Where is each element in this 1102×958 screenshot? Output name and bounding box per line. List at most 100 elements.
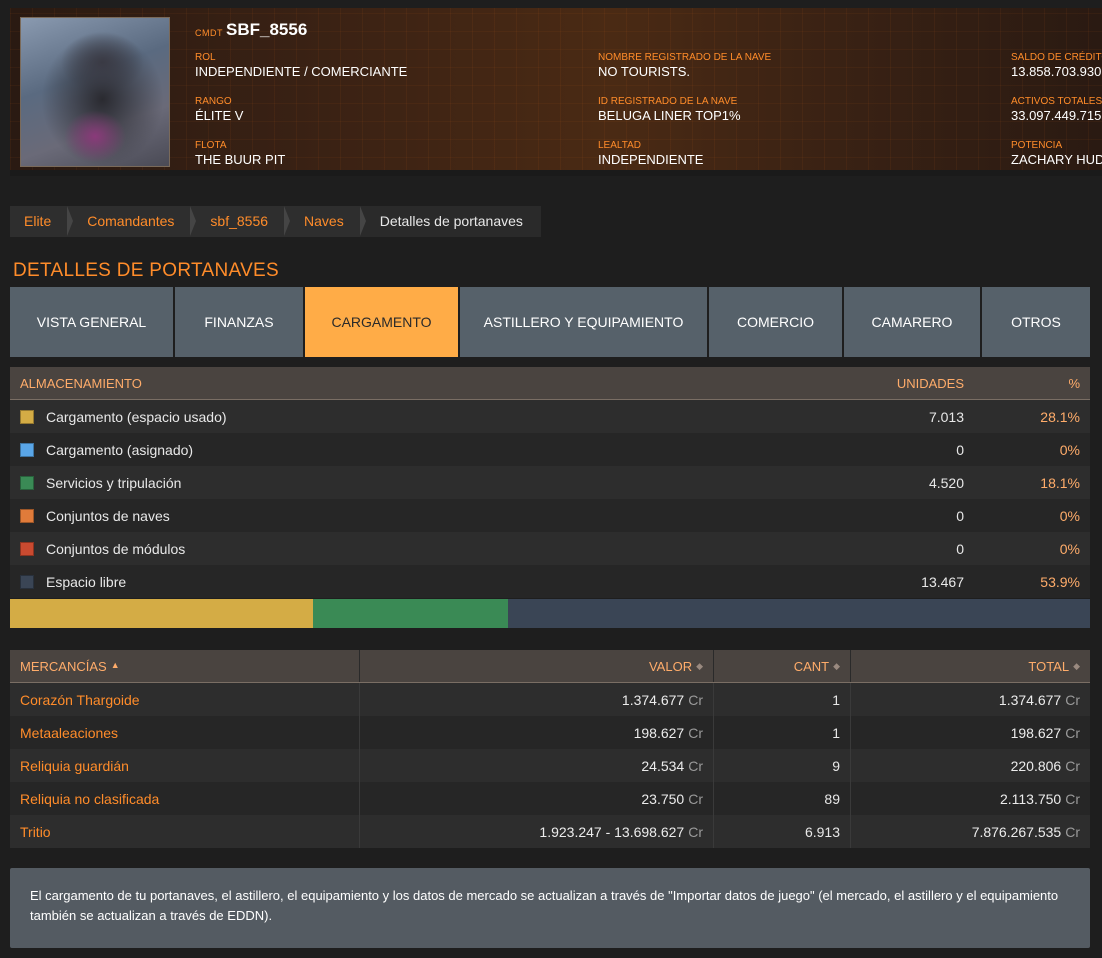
credits-amount: 13.858.703.930 [1011,64,1102,79]
breadcrumb-naves[interactable]: Naves [284,206,366,237]
color-swatch [20,409,34,424]
goods-row-total-unit: Cr [1065,691,1080,708]
storage-row: Cargamento (asignado) 0 0% [10,433,1090,466]
breadcrumb-current: Detalles de portanaves [359,206,541,237]
goods-row-value-amount: 198.627 [633,724,685,741]
goods-row-qty: 9 [713,749,850,782]
field-ship-id-label: ID REGISTRADO DE LA NAVE [598,96,738,107]
goods-row-total: 7.876.267.535 Cr [850,815,1090,848]
goods-table: MERCANCÍAS ▲ VALOR ◆ CANT ◆ TOTAL ◆ Corazón … [10,650,1090,848]
storage-row-units: 7.013 [928,408,964,425]
storage-table-header: ALMACENAMIENTO UNIDADES % [10,367,1090,400]
tab-camarero[interactable]: CAMARERO [844,287,980,357]
commander-banner: CMDT SBF_8556 ROL INDEPENDIENTE / COMERC… [10,8,1102,176]
goods-header-total-label: TOTAL [1028,658,1070,674]
goods-row-name-link[interactable]: Tritio [10,824,359,840]
storage-row-name: Servicios y tripulación [10,475,772,491]
breadcrumb-elite[interactable]: Elite [10,206,74,237]
field-flota: FLOTA THE BUUR PIT [195,140,285,167]
goods-row-qty: 1 [713,716,850,749]
field-ship-id: ID REGISTRADO DE LA NAVE BELUGA LINER TO… [598,96,741,123]
storage-usage-bar [10,599,1090,628]
storage-bar-segment [313,599,509,628]
storage-row: Conjuntos de naves 0 0% [10,499,1090,532]
tab-comercio[interactable]: COMERCIO [709,287,842,357]
tab-otros[interactable]: OTROS [982,287,1090,357]
storage-row-units: 0 [956,540,964,557]
goods-row-total-unit: Cr [1065,823,1080,840]
storage-row-pct: 53.9% [1040,573,1080,590]
tab-astillero-equipamiento[interactable]: ASTILLERO Y EQUIPAMIENTO [460,287,707,357]
goods-row-value: 23.750 Cr [359,782,713,815]
field-rango-value: ÉLITE V [195,108,244,123]
goods-row: Reliquia guardián 24.534 Cr 9 220.806 Cr [10,749,1090,782]
goods-header-value[interactable]: VALOR ◆ [359,650,713,682]
storage-table: ALMACENAMIENTO UNIDADES % Cargamento (es… [10,367,1090,598]
field-lealtad-value: INDEPENDIENTE [598,152,704,167]
storage-row-label: Conjuntos de naves [46,507,170,524]
goods-row-value-amount: 23.750 [641,790,685,807]
storage-bar-segment [508,599,1090,628]
field-assets-label: ACTIVOS TOTALES [1011,96,1102,107]
goods-row-qty: 89 [713,782,850,815]
goods-header-value-label: VALOR [648,658,693,674]
storage-header-name: ALMACENAMIENTO [20,375,142,391]
field-flota-label: FLOTA [195,140,227,151]
goods-row-name-link[interactable]: Corazón Thargoide [10,692,359,708]
goods-row-total: 220.806 Cr [850,749,1090,782]
field-ship-name-value: NO TOURISTS. [598,64,690,79]
storage-row-pct: 0% [1059,540,1080,557]
goods-header-name[interactable]: MERCANCÍAS ▲ [10,659,359,674]
goods-row-value-unit: Cr [688,691,703,708]
color-swatch [20,541,34,556]
goods-row-name-link[interactable]: Reliquia guardián [10,758,359,774]
goods-row-total-unit: Cr [1065,757,1080,774]
sort-ascending-icon: ▲ [110,659,120,670]
field-assets-value: 33.097.449.715 Cr [1011,108,1102,123]
goods-row-value-unit: Cr [688,757,703,774]
goods-row-total-unit: Cr [1065,790,1080,807]
goods-row-name-link[interactable]: Reliquia no clasificada [10,791,359,807]
storage-row-label: Cargamento (espacio usado) [46,408,227,425]
goods-row: Tritio 1.923.247 - 13.698.627 Cr 6.913 7.876… [10,815,1090,848]
goods-row-value-amount: 1.374.677 [621,691,685,708]
storage-row-name: Cargamento (asignado) [10,442,772,458]
storage-row-name: Cargamento (espacio usado) [10,409,772,425]
sort-icon: ◆ [696,660,703,671]
storage-rows: Cargamento (espacio usado) 7.013 28.1% Carg… [10,400,1090,598]
field-rango-label: RANGO [195,96,232,107]
cmdr-label: CMDT [195,28,223,38]
storage-row-pct: 18.1% [1040,474,1080,491]
field-potencia-label: POTENCIA [1011,140,1063,151]
tab-cargamento[interactable]: CARGAMENTO [305,287,458,357]
goods-row-total-amount: 198.627 [1010,724,1062,741]
goods-header-total[interactable]: TOTAL ◆ [850,650,1090,682]
goods-header-qty-label: CANT [793,658,830,674]
goods-header-qty[interactable]: CANT ◆ [713,650,850,682]
sort-icon: ◆ [833,660,840,671]
assets-amount: 33.097.449.715 [1011,108,1102,123]
goods-row-name-link[interactable]: Metaaleaciones [10,725,359,741]
goods-row-value-amount: 24.534 [641,757,685,774]
storage-row-name: Espacio libre [10,574,772,590]
goods-row-value: 1.923.247 - 13.698.627 Cr [359,815,713,848]
goods-row-value: 24.534 Cr [359,749,713,782]
sort-icon: ◆ [1073,660,1080,671]
goods-row: Metaaleaciones 198.627 Cr 1 198.627 Cr [10,716,1090,749]
field-potencia: POTENCIA ZACHARY HUDSON [1011,140,1102,167]
goods-row-total: 1.374.677 Cr [850,683,1090,716]
tab-finanzas[interactable]: FINANZAS [175,287,303,357]
goods-row-value-unit: Cr [688,823,703,840]
breadcrumb-commander[interactable]: sbf_8556 [190,206,290,237]
field-lealtad: LEALTAD INDEPENDIENTE [598,140,703,167]
color-swatch [20,442,34,457]
storage-row: Cargamento (espacio usado) 7.013 28.1% [10,400,1090,433]
field-rol-label: ROL [195,52,216,63]
goods-row-total-amount: 1.374.677 [998,691,1062,708]
goods-rows: Corazón Thargoide 1.374.677 Cr 1 1.374.677 Cr… [10,683,1090,848]
storage-row-pct: 0% [1059,507,1080,524]
field-ship-name: NOMBRE REGISTRADO DE LA NAVE NO TOURISTS… [598,52,771,79]
breadcrumb-comandantes[interactable]: Comandantes [67,206,197,237]
tab-vista-general[interactable]: VISTA GENERAL [10,287,173,357]
goods-row-total-amount: 220.806 [1010,757,1062,774]
